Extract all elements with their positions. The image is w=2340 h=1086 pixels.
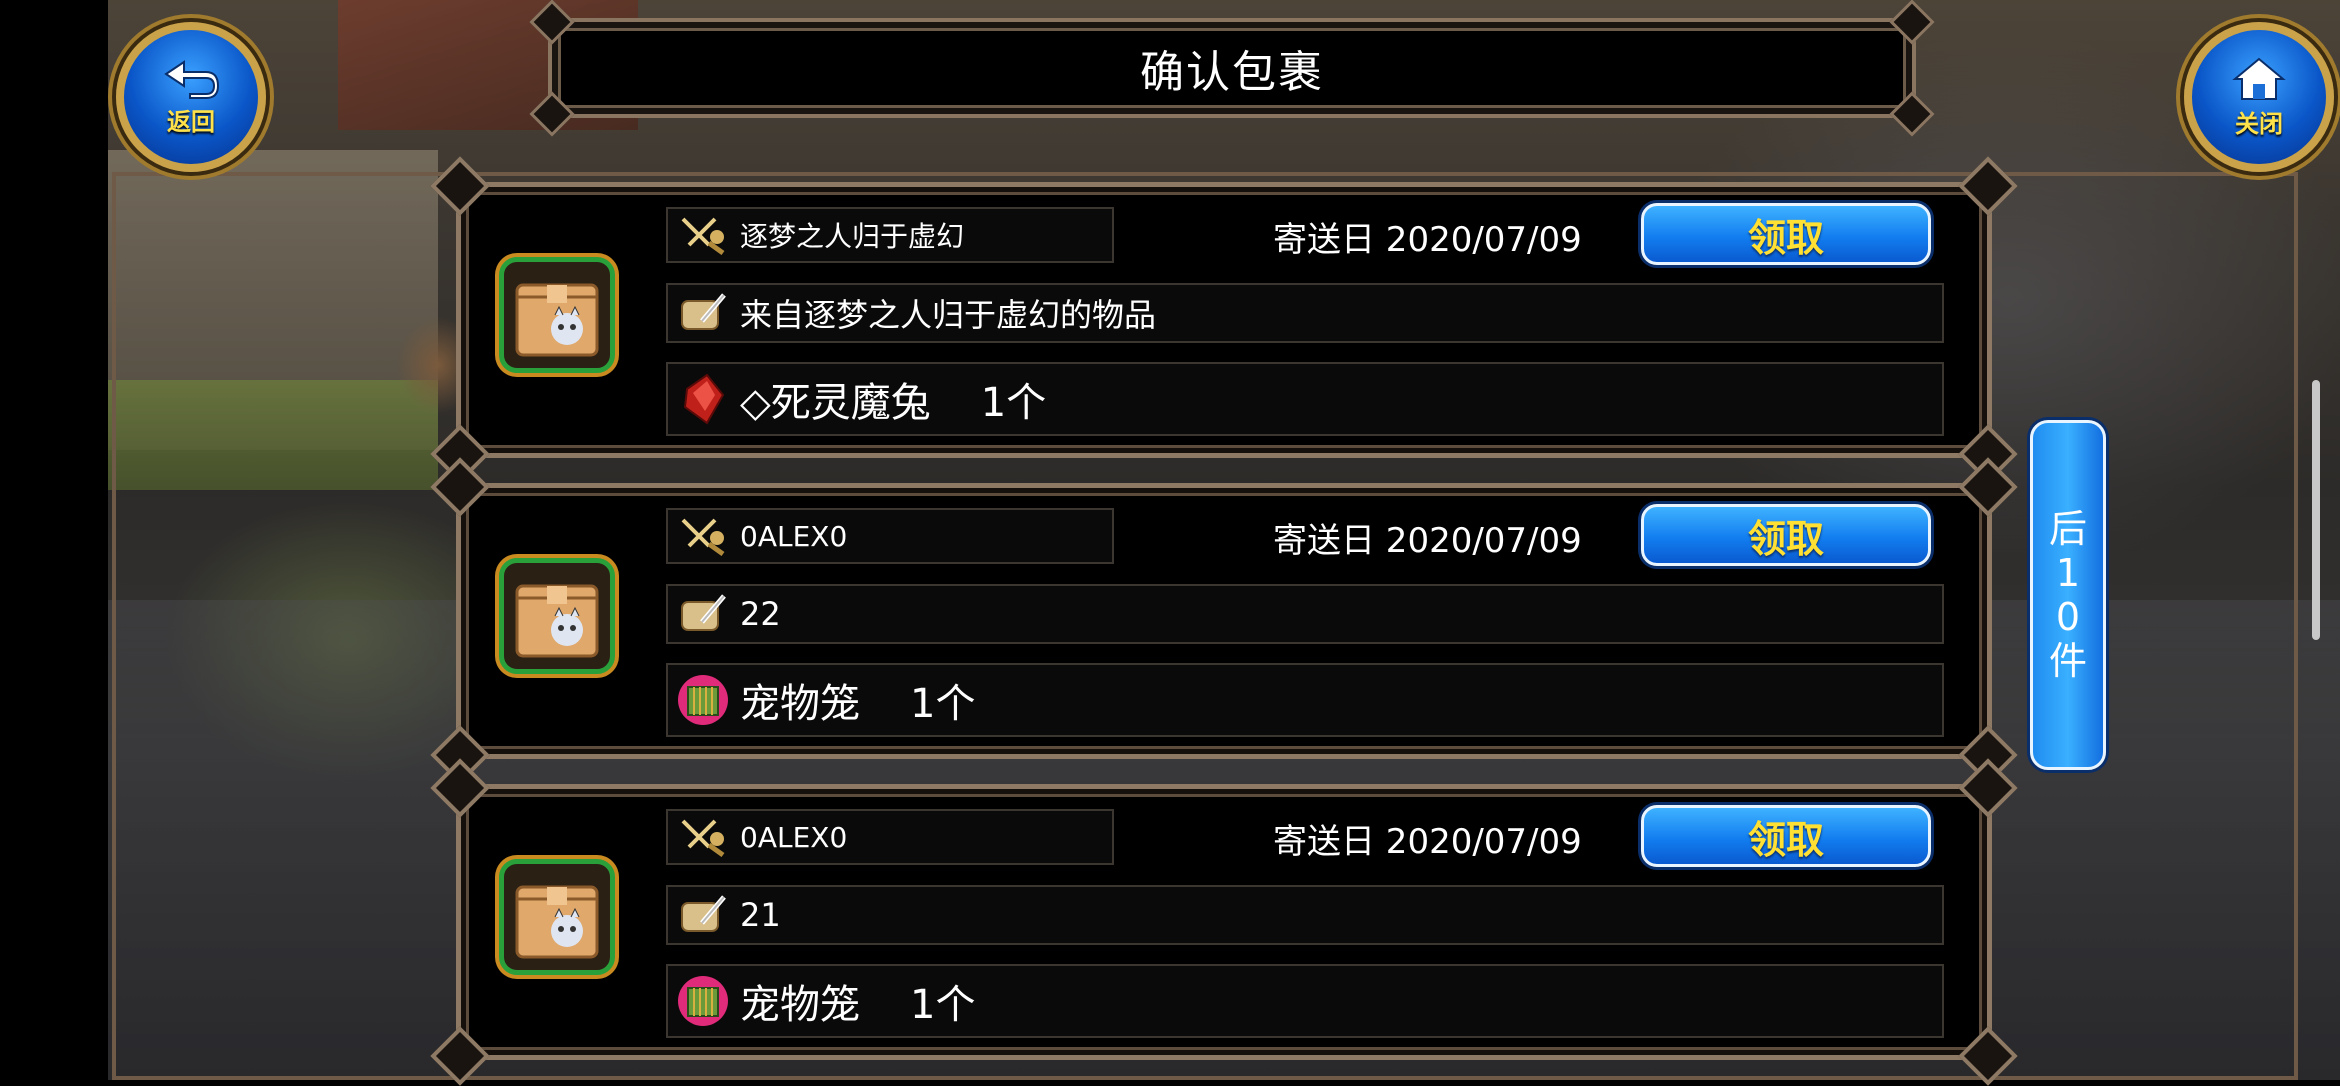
next-page-button[interactable]: 后10件 bbox=[2030, 420, 2106, 770]
scroll-quill-icon bbox=[676, 286, 730, 340]
mail-entry: 0ALEX0 寄送日 2020/07/09 领取 22 宠物笼 1个 bbox=[430, 457, 2018, 785]
claim-button[interactable]: 领取 bbox=[1641, 504, 1931, 566]
mail-entry: 逐梦之人归于虚幻 寄送日 2020/07/09 领取 来自逐梦之人归于虚幻的物品… bbox=[430, 156, 2018, 484]
package-box-icon bbox=[499, 558, 615, 674]
page-title: 确认包裹 bbox=[1140, 47, 1324, 98]
message-text: 来自逐梦之人归于虚幻的物品 bbox=[740, 296, 1157, 334]
scroll-quill-icon bbox=[676, 888, 730, 942]
send-date: 寄送日 2020/07/09 bbox=[1273, 821, 1582, 862]
sender-name: 0ALEX0 bbox=[740, 519, 848, 553]
close-button[interactable]: 关闭 bbox=[2184, 22, 2334, 172]
item-name: 宠物笼 bbox=[740, 982, 860, 1028]
claim-button[interactable]: 领取 bbox=[1641, 805, 1931, 867]
item-field: ◇死灵魔兔 1个 bbox=[666, 362, 1944, 436]
sender-name: 0ALEX0 bbox=[740, 820, 848, 854]
item-quantity: 1个 bbox=[910, 681, 976, 727]
pet-cage-icon bbox=[676, 673, 730, 727]
back-arrow-icon bbox=[164, 59, 220, 99]
message-field: 来自逐梦之人归于虚幻的物品 bbox=[666, 283, 1944, 343]
back-label: 返回 bbox=[167, 107, 215, 136]
send-date: 寄送日 2020/07/09 bbox=[1273, 219, 1582, 260]
message-text: 21 bbox=[740, 896, 781, 934]
sender-name: 逐梦之人归于虚幻 bbox=[740, 220, 965, 253]
red-crystal-icon bbox=[676, 372, 730, 426]
item-name: 宠物笼 bbox=[740, 681, 860, 727]
mail-entry: 0ALEX0 寄送日 2020/07/09 领取 21 宠物笼 1个 bbox=[430, 758, 2018, 1086]
back-button[interactable]: 返回 bbox=[116, 22, 266, 172]
claim-button[interactable]: 领取 bbox=[1641, 203, 1931, 265]
sender-field: 逐梦之人归于虚幻 bbox=[666, 207, 1114, 263]
message-text: 22 bbox=[740, 595, 781, 633]
package-box-icon bbox=[499, 859, 615, 975]
scroll-quill-icon bbox=[676, 587, 730, 641]
item-field: 宠物笼 1个 bbox=[666, 964, 1944, 1038]
home-icon bbox=[2232, 57, 2286, 100]
crossed-swords-icon bbox=[676, 208, 730, 262]
message-field: 22 bbox=[666, 584, 1944, 644]
pet-cage-icon bbox=[676, 974, 730, 1028]
item-quantity: 1个 bbox=[910, 982, 976, 1028]
package-box-icon bbox=[499, 257, 615, 373]
next-page-label: 后10件 bbox=[2048, 507, 2087, 683]
sender-field: 0ALEX0 bbox=[666, 508, 1114, 564]
send-date: 寄送日 2020/07/09 bbox=[1273, 520, 1582, 561]
item-field: 宠物笼 1个 bbox=[666, 663, 1944, 737]
close-label: 关闭 bbox=[2235, 109, 2283, 138]
scrollbar[interactable] bbox=[2312, 380, 2320, 640]
message-field: 21 bbox=[666, 885, 1944, 945]
crossed-swords-icon bbox=[676, 509, 730, 563]
title-bar: 确认包裹 bbox=[529, 0, 1935, 137]
item-name: ◇死灵魔兔 bbox=[740, 380, 931, 426]
sender-field: 0ALEX0 bbox=[666, 809, 1114, 865]
crossed-swords-icon bbox=[676, 810, 730, 864]
item-quantity: 1个 bbox=[980, 380, 1047, 426]
